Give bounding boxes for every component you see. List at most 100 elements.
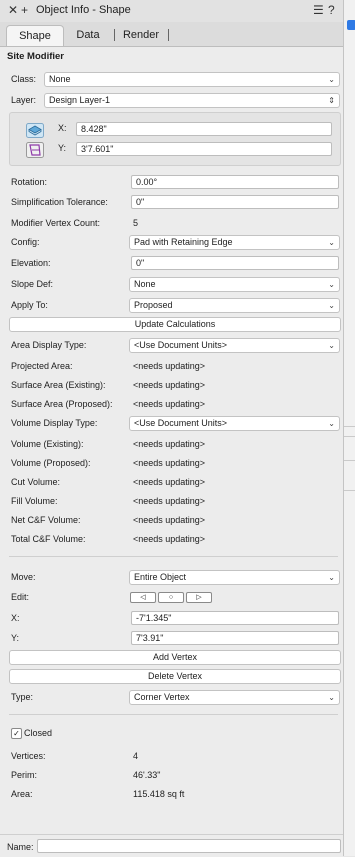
layer-label: Layer: [11, 95, 37, 105]
volume-existing-label: Volume (Existing): [11, 439, 84, 449]
add-icon[interactable]: + [21, 3, 28, 17]
vertex-y-field[interactable]: 7'3.91" [131, 631, 339, 645]
layer-select[interactable]: Design Layer-1 ⇕ [44, 93, 340, 108]
chevron-down-icon: ⌄ [328, 75, 335, 84]
surface-area-proposed-value: <needs updating> [133, 399, 206, 409]
chevron-down-icon: ⌄ [328, 238, 335, 247]
menu-icon[interactable]: ☰ [313, 3, 324, 17]
surface-area-existing-value: <needs updating> [133, 380, 206, 390]
net-cf-volume-value: <needs updating> [133, 515, 206, 525]
net-cf-volume-label: Net C&F Volume: [11, 515, 81, 525]
checkmark-icon: ✓ [13, 729, 20, 738]
help-icon[interactable]: ? [328, 3, 335, 17]
total-cf-volume-label: Total C&F Volume: [11, 534, 86, 544]
tab-data[interactable]: Data [66, 25, 110, 45]
area-display-select[interactable]: <Use Document Units> ⌄ [129, 338, 340, 353]
vertex-position-icon[interactable] [26, 142, 44, 158]
cut-volume-label: Cut Volume: [11, 477, 61, 487]
type-label: Type: [11, 692, 34, 702]
type-select[interactable]: Corner Vertex ⌄ [129, 690, 340, 705]
x-field[interactable]: 8.428" [76, 122, 332, 136]
divider [9, 714, 338, 715]
y-field[interactable]: 3'7.601" [76, 142, 332, 156]
vertex-x-field[interactable]: -7'1.345" [131, 611, 339, 625]
surface-area-proposed-label: Surface Area (Proposed): [11, 399, 113, 409]
chevron-down-icon: ⌄ [328, 573, 335, 582]
config-select[interactable]: Pad with Retaining Edge ⌄ [129, 235, 340, 250]
vertex-y-label: Y: [11, 633, 20, 643]
volume-display-label: Volume Display Type: [11, 418, 98, 428]
layer-value: Design Layer-1 [49, 95, 111, 105]
class-label: Class: [11, 74, 37, 84]
triangle-left-icon: ◁ [140, 594, 146, 601]
name-field[interactable] [37, 839, 341, 853]
tab-bar: Shape Data Render [0, 22, 343, 47]
rotation-field[interactable]: 0.00° [131, 175, 339, 189]
area-label: Area: [11, 789, 33, 799]
y-label: Y: [58, 143, 67, 153]
closed-checkbox[interactable]: ✓ [11, 728, 22, 739]
title-bar: ✕ + Object Info - Shape ☰ ? [0, 0, 343, 23]
simplification-label: Simplification Tolerance: [11, 197, 108, 207]
projected-area-label: Projected Area: [11, 361, 73, 371]
previous-vertex-button[interactable]: ◁ [130, 592, 156, 603]
divider [344, 426, 355, 427]
class-select[interactable]: None ⌄ [44, 72, 340, 87]
fill-volume-value: <needs updating> [133, 496, 206, 506]
type-value: Corner Vertex [134, 692, 190, 702]
volume-proposed-value: <needs updating> [133, 458, 206, 468]
area-value: 115.418 sq ft [133, 789, 185, 799]
tab-render[interactable]: Render [118, 25, 164, 45]
window-title: Object Info - Shape [36, 4, 131, 16]
simplification-field[interactable]: 0" [131, 195, 339, 209]
area-display-label: Area Display Type: [11, 340, 87, 350]
next-vertex-button[interactable]: ▷ [186, 592, 212, 603]
perim-value: 46'.33" [133, 770, 161, 780]
config-value: Pad with Retaining Edge [134, 237, 233, 247]
surface-area-existing-label: Surface Area (Existing): [11, 380, 106, 390]
move-select[interactable]: Entire Object ⌄ [129, 570, 340, 585]
update-calculations-button[interactable]: Update Calculations [9, 317, 341, 332]
volume-proposed-label: Volume (Proposed): [11, 458, 91, 468]
closed-label: Closed [24, 728, 53, 738]
rotation-label: Rotation: [11, 177, 48, 187]
edit-label: Edit: [11, 592, 30, 602]
vertices-label: Vertices: [11, 751, 46, 761]
name-bar: Name: [0, 834, 343, 857]
move-label: Move: [11, 572, 36, 582]
vertex-count-value: 5 [133, 218, 139, 228]
stepper-icon: ⇕ [328, 96, 335, 105]
chevron-down-icon: ⌄ [328, 280, 335, 289]
name-label: Name: [7, 842, 34, 852]
x-label: X: [58, 123, 67, 133]
vertex-x-label: X: [11, 613, 20, 623]
fill-volume-label: Fill Volume: [11, 496, 58, 506]
volume-display-select[interactable]: <Use Document Units> ⌄ [129, 416, 340, 431]
apply-to-value: Proposed [134, 300, 173, 310]
elevation-field[interactable]: 0" [131, 256, 339, 270]
apply-to-label: Apply To: [11, 300, 48, 310]
tab-separator [114, 29, 115, 41]
tab-separator [168, 29, 169, 41]
divider [344, 490, 355, 491]
delete-vertex-button[interactable]: Delete Vertex [9, 669, 341, 684]
triangle-right-icon: ▷ [196, 594, 202, 601]
select-vertex-button[interactable]: ○ [158, 592, 184, 603]
move-value: Entire Object [134, 572, 187, 582]
divider [9, 556, 338, 557]
slope-def-select[interactable]: None ⌄ [129, 277, 340, 292]
circle-icon: ○ [168, 594, 174, 601]
position-3d-icon[interactable] [26, 123, 44, 138]
apply-to-select[interactable]: Proposed ⌄ [129, 298, 340, 313]
chevron-down-icon: ⌄ [328, 419, 335, 428]
config-label: Config: [11, 237, 40, 247]
total-cf-volume-value: <needs updating> [133, 534, 206, 544]
divider [344, 460, 355, 461]
close-icon[interactable]: ✕ [8, 3, 18, 17]
position-box: X: 8.428" Y: 3'7.601" [9, 112, 341, 166]
tab-shape[interactable]: Shape [6, 25, 64, 46]
cut-volume-value: <needs updating> [133, 477, 206, 487]
add-vertex-button[interactable]: Add Vertex [9, 650, 341, 665]
background-window-edge [343, 0, 355, 856]
checkbox-icon [347, 20, 355, 30]
